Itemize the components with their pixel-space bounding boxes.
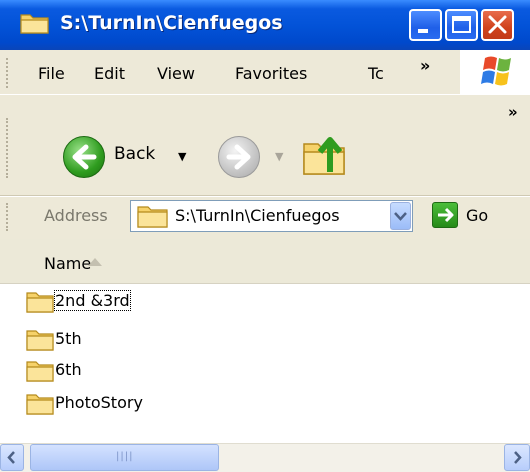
column-header-label[interactable]: Name (44, 254, 91, 273)
sort-ascending-icon (88, 258, 102, 266)
folder-icon (26, 291, 54, 317)
list-item-label[interactable]: 2nd &3rd (54, 290, 131, 311)
close-icon (488, 15, 507, 34)
back-dropdown-icon[interactable]: ▼ (178, 150, 186, 163)
chevron-down-icon (394, 212, 407, 221)
menu-file[interactable]: File (38, 64, 65, 83)
menu-tools[interactable]: Tc (368, 64, 384, 83)
go-button[interactable] (432, 202, 458, 228)
menu-edit[interactable]: Edit (94, 64, 125, 83)
menu-view[interactable]: View (157, 64, 195, 83)
menu-overflow-chevron[interactable]: » (420, 56, 430, 75)
close-button[interactable] (481, 9, 514, 41)
up-folder-icon (303, 137, 345, 175)
address-label: Address (44, 206, 108, 225)
toolbar-overflow-chevron[interactable]: » (508, 103, 518, 121)
folder-icon (26, 360, 54, 386)
address-folder-icon (137, 204, 169, 232)
menu-grip[interactable] (6, 58, 12, 88)
folder-icon (20, 10, 50, 40)
up-folder-button[interactable] (300, 128, 352, 184)
explorer-window: S:\TurnIn\Cienfuegos File Edit View Favo… (0, 0, 530, 472)
chevron-left-icon (7, 451, 15, 464)
toolbar-grip[interactable] (6, 118, 12, 178)
back-arrow-icon (72, 144, 97, 170)
maximize-button[interactable] (445, 9, 478, 41)
list-item-label[interactable]: PhotoStory (55, 393, 143, 412)
windows-logo (460, 50, 530, 94)
minimize-button[interactable] (409, 9, 442, 41)
go-label[interactable]: Go (466, 206, 488, 225)
back-button[interactable] (63, 136, 105, 178)
list-item-label[interactable]: 5th (55, 329, 82, 348)
scroll-thumb-grip: |||| (116, 451, 134, 462)
forward-dropdown-icon[interactable]: ▼ (275, 150, 283, 163)
scroll-left-button[interactable] (0, 444, 24, 471)
forward-button[interactable] (218, 136, 260, 178)
folder-icon (26, 393, 54, 419)
address-grip[interactable] (6, 203, 12, 231)
address-value[interactable]: S:\TurnIn\Cienfuegos (175, 206, 340, 225)
window-title: S:\TurnIn\Cienfuegos (60, 12, 283, 34)
windows-logo-icon (481, 56, 511, 86)
go-arrow-icon (438, 207, 454, 223)
scroll-right-button[interactable] (504, 444, 530, 471)
minimize-icon (418, 29, 428, 33)
menu-favorites[interactable]: Favorites (235, 64, 307, 83)
chevron-right-icon (514, 451, 522, 464)
forward-arrow-icon (226, 144, 251, 170)
maximize-icon (452, 16, 471, 33)
back-label[interactable]: Back (114, 144, 155, 164)
folder-icon (26, 329, 54, 355)
address-dropdown-button[interactable] (390, 202, 411, 230)
list-item-label[interactable]: 6th (55, 360, 82, 379)
